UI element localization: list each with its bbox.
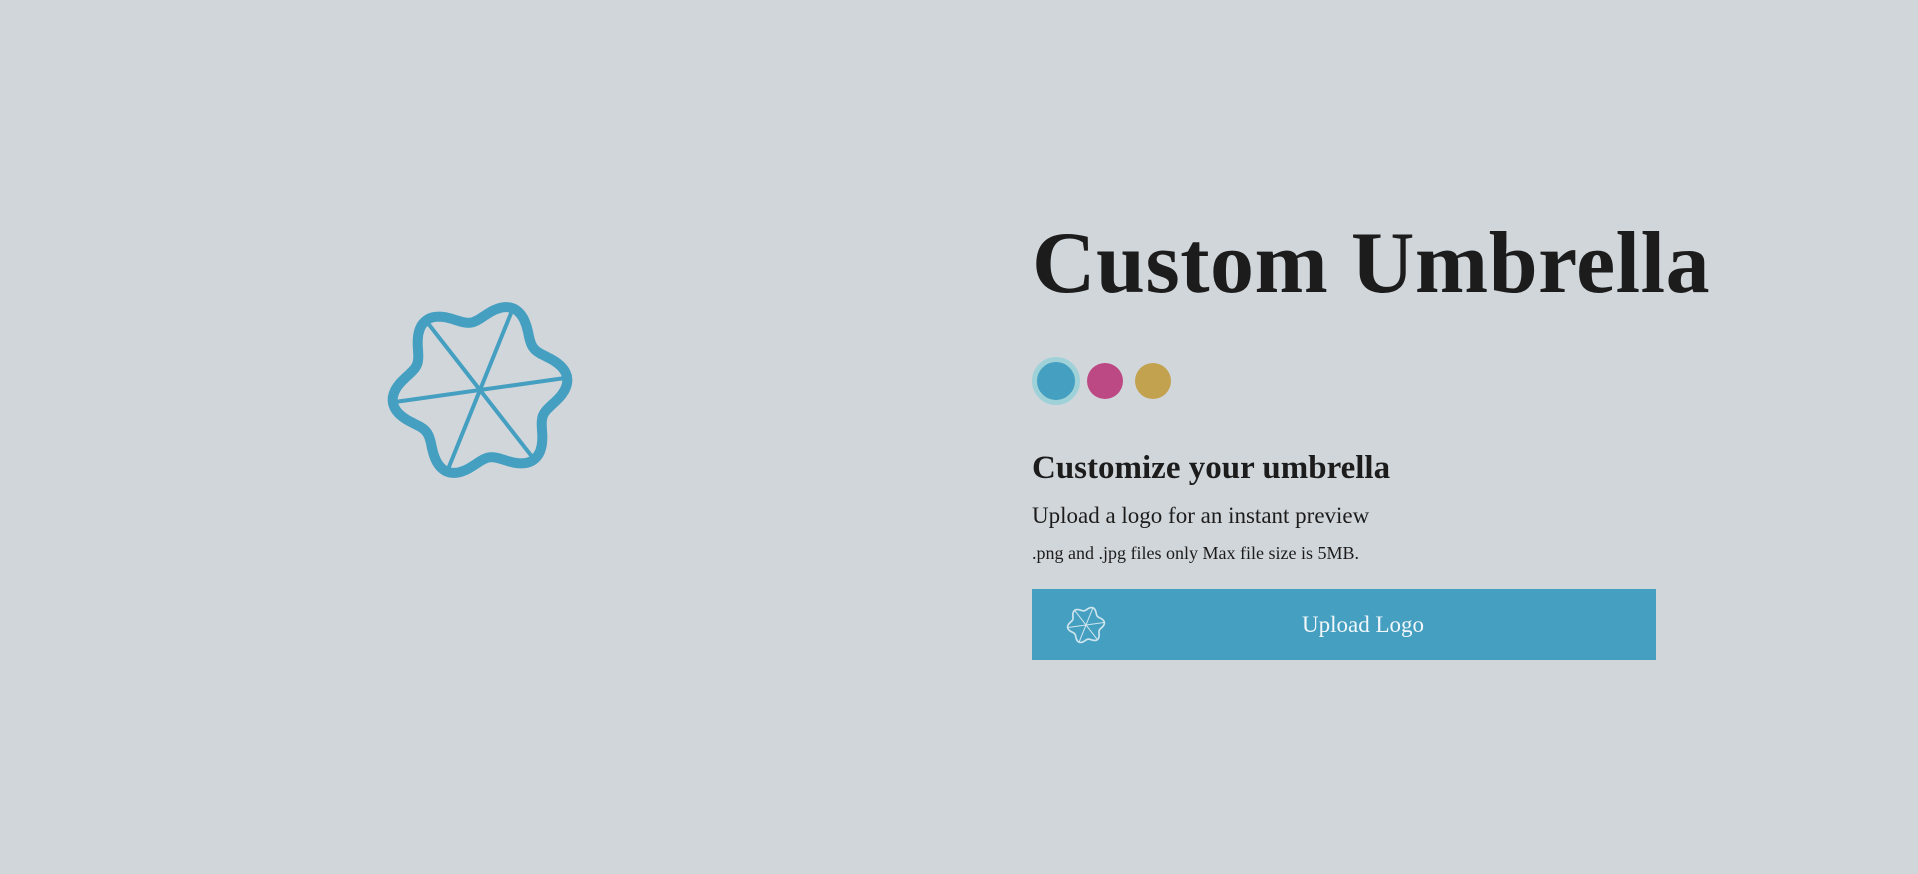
color-swatches	[1032, 357, 1183, 405]
color-swatch-pink[interactable]	[1087, 363, 1123, 399]
color-swatch-gold[interactable]	[1135, 363, 1171, 399]
file-requirements-note: .png and .jpg files only Max file size i…	[1032, 543, 1359, 563]
customize-description: Upload a logo for an instant preview	[1032, 503, 1370, 528]
umbrella-icon	[387, 302, 573, 478]
page-title: Custom Umbrella	[1032, 215, 1711, 312]
color-swatch-blue[interactable]	[1032, 357, 1080, 405]
customize-heading: Customize your umbrella	[1032, 450, 1391, 486]
upload-logo-label: Upload Logo	[1301, 612, 1424, 637]
umbrella-preview	[385, 300, 575, 480]
upload-logo-button[interactable]: Upload Logo	[1032, 589, 1656, 660]
